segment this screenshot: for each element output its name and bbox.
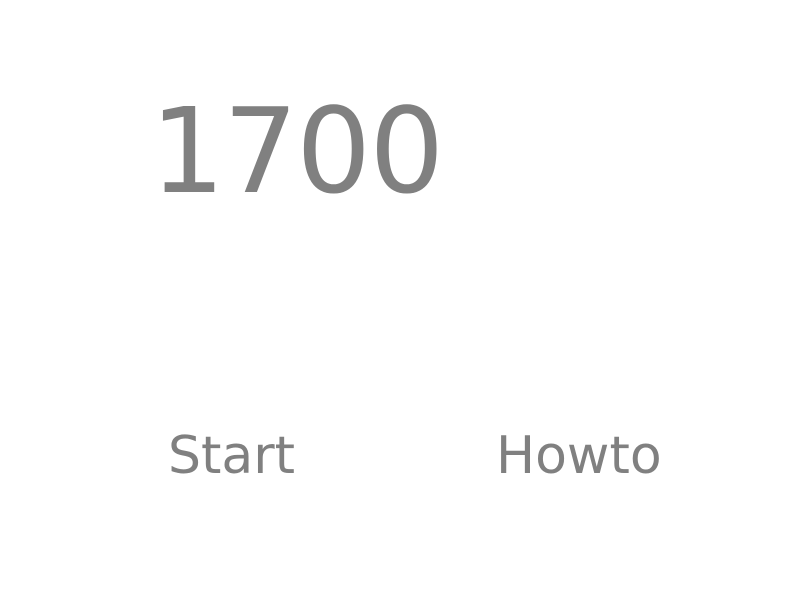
game-screen: 1700 Start Howto (0, 0, 800, 600)
score-display: 1700 (150, 82, 444, 220)
start-button[interactable]: Start (168, 430, 295, 482)
howto-button[interactable]: Howto (496, 430, 662, 482)
